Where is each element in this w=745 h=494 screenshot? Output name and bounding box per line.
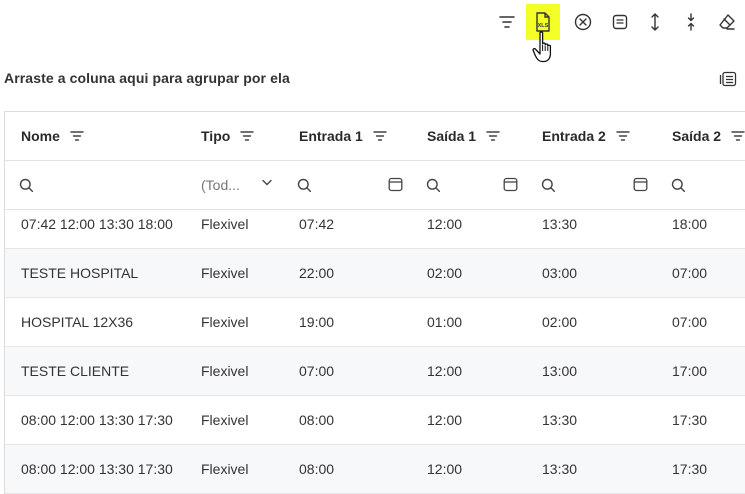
eraser-icon xyxy=(719,14,735,30)
cell-saida-1: 12:00 xyxy=(427,216,463,232)
filter-tipo-value: (Tod... xyxy=(201,177,240,193)
table-row[interactable]: TESTE CLIENTE Flexivel 07:00 12:00 13:00… xyxy=(5,347,745,396)
column-filter-icon[interactable] xyxy=(486,130,500,142)
search-icon xyxy=(297,178,312,193)
clear-button[interactable] xyxy=(566,4,600,40)
hand-cursor-icon xyxy=(532,31,552,63)
expand-rows-button[interactable] xyxy=(638,4,672,40)
calendar-icon[interactable] xyxy=(388,177,403,192)
column-header-nome[interactable]: Nome xyxy=(21,112,84,160)
cell-saida-1: 01:00 xyxy=(427,314,463,330)
cell-entrada-2: 13:30 xyxy=(542,461,578,477)
filter-row: (Tod... xyxy=(5,161,745,210)
cell-tipo: Flexivel xyxy=(201,412,249,428)
column-chooser-button[interactable] xyxy=(716,68,740,90)
cell-entrada-2: 13:00 xyxy=(542,363,578,379)
filter-nome[interactable] xyxy=(19,161,34,209)
cell-entrada-2: 03:00 xyxy=(542,265,578,281)
filter-entrada-1[interactable] xyxy=(297,161,312,209)
column-header-label: Saída 1 xyxy=(427,128,477,144)
search-icon xyxy=(671,178,686,193)
column-chooser-icon xyxy=(719,71,737,87)
cell-nome: 08:00 12:00 13:30 17:30 xyxy=(21,461,173,477)
filter-tipo-select[interactable]: (Tod... xyxy=(201,161,240,209)
cell-saida-1: 12:00 xyxy=(427,363,463,379)
cell-saida-2: 18:00 xyxy=(672,216,708,232)
collapse-rows-button[interactable] xyxy=(674,4,708,40)
cell-tipo: Flexivel xyxy=(201,216,249,232)
table-row[interactable]: HOSPITAL 12X36 Flexivel 19:00 01:00 02:0… xyxy=(5,298,745,347)
cell-saida-1: 12:00 xyxy=(427,412,463,428)
cell-tipo: Flexivel xyxy=(201,314,249,330)
column-header-saida-1[interactable]: Saída 1 xyxy=(427,112,500,160)
cell-saida-2: 17:30 xyxy=(672,412,708,428)
panel-button[interactable] xyxy=(603,4,637,40)
cell-saida-2: 17:30 xyxy=(672,461,708,477)
group-panel-hint: Arraste a coluna aqui para agrupar por e… xyxy=(4,70,290,86)
cell-nome: 08:00 12:00 13:30 17:30 xyxy=(21,412,173,428)
data-grid: Nome Tipo Entrada 1 Saída 1 Entrada 2 Sa… xyxy=(4,111,745,494)
column-header-label: Entrada 1 xyxy=(299,128,363,144)
column-header-entrada-2[interactable]: Entrada 2 xyxy=(542,112,630,160)
clear-circle-icon xyxy=(574,13,592,31)
panel-icon xyxy=(612,14,628,30)
cell-saida-1: 02:00 xyxy=(427,265,463,281)
toolbar: XLS xyxy=(0,0,745,63)
filter-saida-1[interactable] xyxy=(426,161,441,209)
cell-saida-1: 12:00 xyxy=(427,461,463,477)
cell-nome: 07:42 12:00 13:30 18:00 xyxy=(21,216,173,232)
cell-tipo: Flexivel xyxy=(201,461,249,477)
cell-tipo: Flexivel xyxy=(201,363,249,379)
calendar-icon[interactable] xyxy=(503,177,518,192)
column-header-label: Saída 2 xyxy=(672,128,722,144)
search-icon xyxy=(426,178,441,193)
column-filter-icon[interactable] xyxy=(70,130,84,142)
table-row[interactable]: 08:00 12:00 13:30 17:30 Flexivel 08:00 1… xyxy=(5,445,745,494)
cell-entrada-1: 19:00 xyxy=(299,314,335,330)
cell-entrada-1: 08:00 xyxy=(299,461,335,477)
xls-label: XLS xyxy=(538,23,549,29)
filter-button[interactable] xyxy=(490,4,524,40)
eraser-button[interactable] xyxy=(710,4,744,40)
column-header-label: Tipo xyxy=(201,128,231,144)
cell-nome: HOSPITAL 12X36 xyxy=(21,314,134,330)
cell-entrada-2: 13:30 xyxy=(542,216,578,232)
cell-entrada-2: 02:00 xyxy=(542,314,578,330)
cell-nome: TESTE CLIENTE xyxy=(21,363,130,379)
column-header-label: Nome xyxy=(21,128,60,144)
column-header-tipo[interactable]: Tipo xyxy=(201,112,254,160)
cell-saida-2: 17:00 xyxy=(672,363,708,379)
search-icon xyxy=(541,178,556,193)
column-header-label: Entrada 2 xyxy=(542,128,606,144)
cell-entrada-2: 13:30 xyxy=(542,412,578,428)
expand-vertical-icon xyxy=(651,13,659,31)
cell-tipo: Flexivel xyxy=(201,265,249,281)
cell-saida-2: 07:00 xyxy=(672,314,708,330)
column-filter-icon[interactable] xyxy=(616,130,630,142)
filter-entrada-2[interactable] xyxy=(541,161,556,209)
cell-entrada-1: 08:00 xyxy=(299,412,335,428)
table-row[interactable]: 08:00 12:00 13:30 17:30 Flexivel 08:00 1… xyxy=(5,396,745,445)
header-row: Nome Tipo Entrada 1 Saída 1 Entrada 2 Sa… xyxy=(5,112,745,161)
filter-saida-2[interactable] xyxy=(671,161,686,209)
column-filter-icon[interactable] xyxy=(373,130,387,142)
cell-entrada-1: 07:00 xyxy=(299,363,335,379)
calendar-icon[interactable] xyxy=(633,177,648,192)
table-row[interactable]: TESTE HOSPITAL Flexivel 22:00 02:00 03:0… xyxy=(5,249,745,298)
collapse-vertical-icon xyxy=(687,13,695,31)
filter-icon xyxy=(499,16,515,28)
column-header-saida-2[interactable]: Saída 2 xyxy=(672,112,745,160)
cell-entrada-1: 07:42 xyxy=(299,216,335,232)
column-header-entrada-1[interactable]: Entrada 1 xyxy=(299,112,387,160)
cell-entrada-1: 22:00 xyxy=(299,265,335,281)
chevron-down-icon[interactable] xyxy=(262,179,272,186)
column-filter-icon[interactable] xyxy=(240,130,254,142)
cell-saida-2: 07:00 xyxy=(672,265,708,281)
export-xls-icon: XLS xyxy=(536,12,550,32)
table-row[interactable]: 07:42 12:00 13:30 18:00 Flexivel 07:42 1… xyxy=(5,210,745,249)
search-icon xyxy=(19,178,34,193)
column-filter-icon[interactable] xyxy=(731,130,745,142)
cell-nome: TESTE HOSPITAL xyxy=(21,265,139,281)
